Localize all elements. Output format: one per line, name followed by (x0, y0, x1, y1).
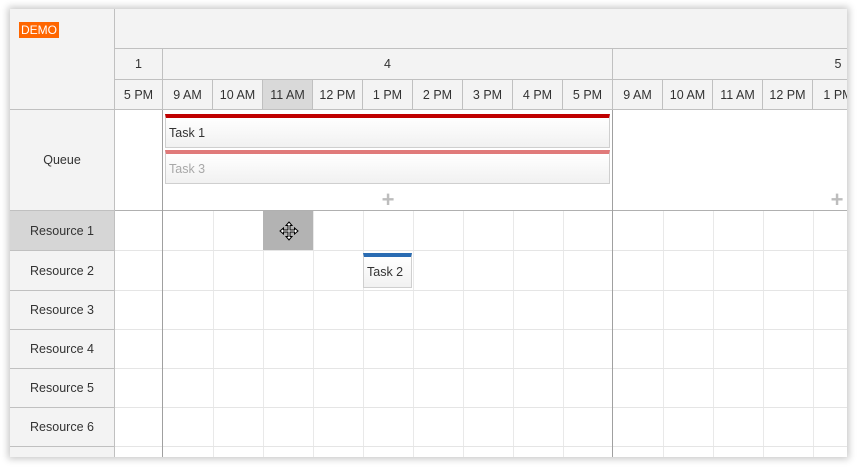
day-header-5: 5 (613, 49, 847, 80)
hour-header-highlighted: 11 AM (263, 80, 313, 110)
grid-line (563, 211, 564, 457)
hour-header: 10 AM (663, 80, 713, 110)
grid-line (463, 211, 464, 457)
hour-header: 1 PM (363, 80, 413, 110)
day-separator (162, 110, 163, 457)
row-header-resource-1: Resource 1 (10, 211, 115, 251)
grid-line (115, 368, 847, 369)
row-header-resource-5: Resource 5 (10, 369, 115, 408)
hour-header: 1 PM (813, 80, 847, 110)
grid-line (115, 290, 847, 291)
queue-label: Queue (43, 153, 81, 167)
grid-line (115, 407, 847, 408)
plus-icon[interactable]: + (827, 189, 847, 211)
hour-header: 9 AM (613, 80, 663, 110)
grid-line (213, 211, 214, 457)
hour-header: 11 AM (713, 80, 763, 110)
hour-header: 3 PM (463, 80, 513, 110)
day-label: 1 (135, 57, 142, 71)
grid-line (663, 211, 664, 457)
day-header-1: 1 (115, 49, 163, 80)
move-cursor-icon (279, 221, 299, 244)
demo-badge: DEMO (19, 22, 59, 38)
row-header-resource-4: Resource 4 (10, 330, 115, 369)
task-label: Task 3 (169, 161, 206, 176)
plus-icon[interactable]: + (378, 189, 398, 211)
grid-line (363, 211, 364, 457)
selected-cell[interactable] (263, 211, 313, 250)
grid-line (115, 329, 847, 330)
task-card-task-2[interactable]: Task 2 (363, 253, 412, 288)
task-card-task-1[interactable]: Task 1 (165, 114, 610, 148)
grid-line (115, 446, 847, 447)
hour-header: 5 PM (115, 80, 163, 110)
day-label: 5 (834, 57, 842, 71)
task-card-task-3[interactable]: Task 3 (165, 150, 610, 184)
grid-line (413, 211, 414, 457)
row-header-resource-6: Resource 6 (10, 408, 115, 447)
hour-header: 9 AM (163, 80, 213, 110)
grid-line (763, 211, 764, 457)
hour-header: 2 PM (413, 80, 463, 110)
scheduler: DEMO 1 4 5 5 PM 9 AM 10 AM 11 AM 12 PM 1… (10, 9, 847, 457)
day-label: 4 (384, 57, 391, 71)
month-header-row (115, 9, 847, 49)
grid-line (713, 211, 714, 457)
day-header-4: 4 (163, 49, 613, 80)
grid-line (513, 211, 514, 457)
hour-header: 4 PM (513, 80, 563, 110)
hour-header: 10 AM (213, 80, 263, 110)
day-separator (612, 110, 613, 457)
task-label: Task 2 (367, 265, 404, 279)
hour-header: 12 PM (313, 80, 363, 110)
row-header-resource-2: Resource 2 (10, 251, 115, 291)
grid-line (313, 211, 314, 457)
grid-line (813, 211, 814, 457)
row-header-queue: Queue (10, 110, 115, 211)
row-header-resource-3: Resource 3 (10, 291, 115, 330)
hour-header: 5 PM (563, 80, 613, 110)
task-label: Task 1 (169, 125, 206, 140)
corner-header: DEMO (10, 9, 115, 110)
hour-header: 12 PM (763, 80, 813, 110)
grid-line (115, 250, 847, 251)
row-header-resource-7 (10, 447, 115, 457)
